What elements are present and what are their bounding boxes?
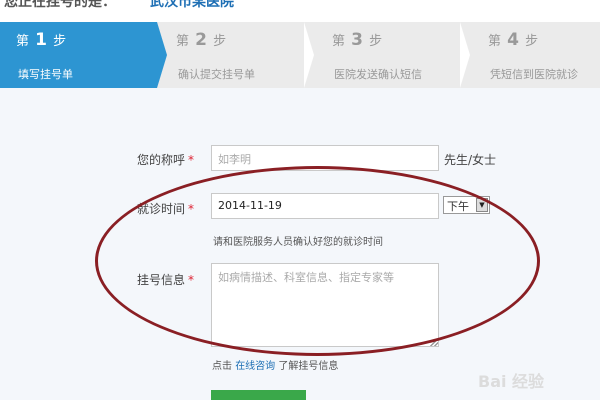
date-input[interactable]: 2014-11-19	[211, 193, 439, 219]
step-2: 第 2 步 确认提交挂号单	[160, 22, 314, 88]
step-3-number: 第 3 步	[332, 30, 383, 50]
step-4-number: 第 4 步	[488, 30, 539, 50]
step-1: 第 1 步 填写挂号单	[0, 22, 167, 88]
submit-button[interactable]	[211, 390, 306, 400]
step-arrow-icon	[304, 22, 314, 88]
time-hint: 请和医院服务人员确认好您的就诊时间	[213, 237, 383, 248]
resize-grip-icon[interactable]	[430, 338, 438, 346]
step-1-desc: 填写挂号单	[18, 68, 73, 81]
step-2-desc: 确认提交挂号单	[178, 68, 255, 81]
header-title: 您正在挂号的是：	[4, 0, 116, 10]
period-select[interactable]: 下午 ▼	[443, 196, 490, 214]
name-suffix: 先生/女士	[444, 153, 497, 167]
step-3-desc: 医院发送确认短信	[334, 68, 422, 81]
period-select-value: 下午	[447, 200, 469, 213]
header-bar: 您正在挂号的是： 武汉市某医院	[0, 0, 600, 22]
online-consult-link[interactable]: 在线咨询	[235, 361, 275, 372]
step-3: 第 3 步 医院发送确认短信	[316, 22, 470, 88]
hospital-name[interactable]: 武汉市某医院	[150, 0, 234, 11]
chevron-down-icon[interactable]: ▼	[476, 198, 488, 212]
step-1-number: 第 1 步	[16, 30, 67, 50]
watermark-logo: Bai 经验	[478, 372, 545, 391]
step-4: 第 4 步 凭短信到医院就诊	[472, 22, 600, 88]
progress-steps: 第 1 步 填写挂号单 第 2 步 确认提交挂号单 第 3 步 医院发送确认短信…	[0, 22, 600, 88]
step-4-desc: 凭短信到医院就诊	[490, 68, 578, 81]
name-input[interactable]: 如李明	[211, 145, 439, 171]
name-label: 您的称呼 *	[137, 153, 195, 167]
help-text: 点击 在线咨询 了解挂号信息	[212, 361, 339, 372]
time-label: 就诊时间 *	[137, 202, 195, 216]
step-arrow-icon	[460, 22, 470, 88]
step-2-number: 第 2 步	[176, 30, 227, 50]
info-textarea[interactable]: 如病情描述、科室信息、指定专家等	[211, 263, 439, 347]
info-label: 挂号信息 *	[137, 273, 195, 287]
